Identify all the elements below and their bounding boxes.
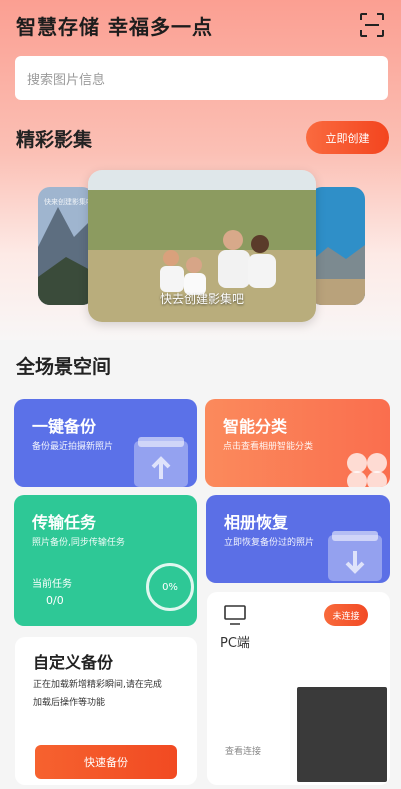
backup-subtitle: 备份最近拍摄新照片 [32, 442, 114, 452]
backup-title: 一键备份 [32, 417, 97, 436]
custom-backup-desc-2: 加载后操作等功能 [33, 698, 106, 708]
monitor-icon [224, 605, 246, 625]
current-task-value: 0/0 [46, 594, 64, 607]
app-header: 智慧存储 幸福多一点 [16, 10, 385, 40]
custom-backup-card: 自定义备份 正在加载新增精彩瞬间,请在完成 加载后操作等功能 快速备份 [15, 637, 197, 785]
album-carousel-current[interactable]: 快去创建影集吧 [88, 170, 316, 322]
custom-backup-title: 自定义备份 [33, 653, 114, 672]
pc-status-badge: 未连接 [324, 604, 368, 626]
search-input[interactable]: 搜索图片信息 [15, 56, 388, 100]
pc-view-link[interactable]: 查看连接 [225, 744, 261, 757]
album-carousel-next[interactable] [310, 187, 365, 305]
folder-upload-icon [134, 437, 188, 487]
clover-icon [347, 453, 387, 487]
search-placeholder: 搜索图片信息 [27, 72, 106, 88]
restore-subtitle: 立即恢复备份过的照片 [224, 538, 315, 548]
classify-title: 智能分类 [223, 417, 288, 436]
restore-title: 相册恢复 [224, 513, 289, 532]
pc-preview [297, 687, 387, 782]
transfer-card[interactable]: 传输任务 照片备份,同步传输任务 当前任务 0/0 0% [14, 495, 197, 626]
pc-card[interactable]: 未连接 PC端 查看连接 [207, 592, 390, 785]
restore-card[interactable]: 相册恢复 立即恢复备份过的照片 [206, 495, 390, 583]
transfer-progress-ring: 0% [146, 563, 194, 611]
album-caption: 快去创建影集吧 [160, 292, 245, 306]
app-title: 智慧存储 幸福多一点 [16, 14, 213, 39]
quick-backup-button[interactable]: 快速备份 [35, 745, 177, 779]
album-section-title: 精彩影集 [16, 129, 93, 151]
custom-backup-desc-1: 正在加载新增精彩瞬间,请在完成 [33, 680, 162, 690]
transfer-subtitle: 照片备份,同步传输任务 [32, 538, 125, 548]
classify-subtitle: 点击查看相册智能分类 [223, 442, 314, 452]
transfer-title: 传输任务 [32, 513, 97, 532]
side-album-caption: 快来创建影集吧 [44, 198, 93, 206]
folder-restore-icon [328, 531, 382, 581]
pc-title: PC端 [220, 636, 250, 651]
classify-card[interactable]: 智能分类 点击查看相册智能分类 [205, 399, 390, 487]
space-section-title: 全场景空间 [16, 356, 112, 378]
scan-icon[interactable] [359, 12, 385, 38]
backup-card[interactable]: 一键备份 备份最近拍摄新照片 [14, 399, 197, 487]
current-task-label: 当前任务 [32, 579, 72, 590]
create-album-button[interactable]: 立即创建 [306, 121, 389, 154]
progress-text: 0% [162, 581, 178, 593]
album-carousel-prev[interactable]: 快来创建影集吧 [38, 187, 94, 305]
